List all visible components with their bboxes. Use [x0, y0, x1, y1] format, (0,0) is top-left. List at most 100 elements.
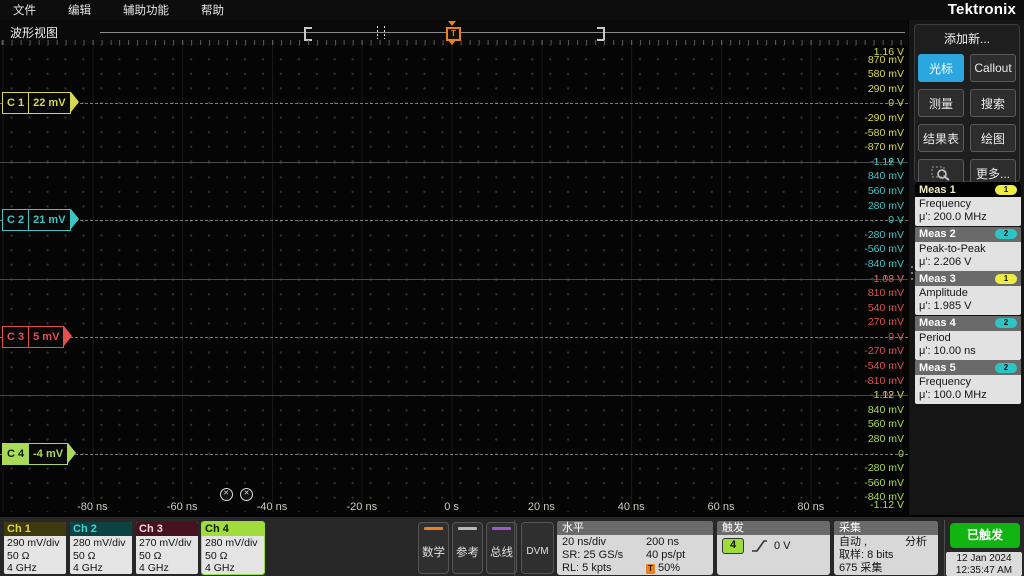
meas-card[interactable]: Meas 52Frequencyμ': 100.0 MHz [915, 360, 1021, 404]
channel-label-tip [71, 92, 79, 112]
channel-badge-ch3[interactable]: Ch 3270 mV/div50 Ω4 GHz [136, 522, 198, 574]
axis-tick-c2: 560 mV [834, 185, 904, 197]
channel-badge-body: 290 mV/div50 Ω4 GHz [4, 536, 66, 574]
meas-card-body: Peak-to-Peakμ': 2.206 V [915, 242, 1021, 271]
menu-item[interactable]: 辅助功能 [123, 2, 169, 18]
panel-splitter-handle[interactable] [909, 260, 914, 286]
channel-badge-line: 4 GHz [205, 562, 264, 574]
meas-card[interactable]: Meas 11Frequencyμ': 200.0 MHz [915, 182, 1021, 226]
datetime-display: 12 Jan 2024 12:35:47 AM [946, 552, 1022, 576]
axis-tick-c3: 810 mV [834, 287, 904, 299]
meas-card[interactable]: Meas 31Amplitudeμ': 1.985 V [915, 271, 1021, 315]
channel-label-offset: 21 mV [29, 210, 69, 230]
menu-item[interactable]: 帮助 [201, 2, 224, 18]
channel-badge-ch2[interactable]: Ch 2280 mV/div50 Ω4 GHz [70, 522, 132, 574]
time-tick-label: -20 ns [347, 501, 378, 512]
axis-tick-c3: 0 V [834, 331, 904, 343]
addon-button-4[interactable]: DVM [521, 522, 554, 574]
meas-card-body: Frequencyμ': 200.0 MHz [915, 197, 1021, 226]
oscilloscope-app: 文件编辑辅助功能帮助 Tektronix 波形视图 T C4 B C4 Δt: … [0, 0, 1024, 576]
time-tick-label: -80 ns [77, 501, 108, 512]
bottom-bar: Ch 1290 mV/div50 Ω4 GHzCh 2280 mV/div50 … [0, 515, 1024, 576]
meas-type: Period [919, 332, 1017, 345]
cursor-a-handle[interactable]: ✕ [220, 488, 233, 501]
meas-name: Meas 4 [919, 317, 956, 329]
addon-button-3[interactable]: 总线 [486, 522, 517, 574]
horizontal-panel[interactable]: 水平 20 ns/divSR: 25 GS/sRL: 5 kpts 200 ns… [557, 521, 713, 575]
time-text: 12:35:47 AM [946, 565, 1022, 576]
menu-item[interactable]: 文件 [13, 2, 36, 18]
cursor-b-handle[interactable]: ✕ [240, 488, 253, 501]
channel-label-name: C 1 [3, 93, 29, 113]
button-光标[interactable]: 光标 [918, 54, 964, 82]
channel-label-c1[interactable]: C 122 mV [2, 92, 71, 114]
channel-badge-line: 50 Ω [205, 550, 264, 563]
meas-card[interactable]: Meas 4 2 Periodμ': 10.00 ns [915, 316, 1021, 360]
button-结果表[interactable]: 结果表 [918, 124, 964, 152]
axis-tick-c4: 0 [834, 448, 904, 460]
button-Callout[interactable]: Callout [970, 54, 1016, 82]
acquisition-analysis: 分析 [905, 536, 927, 549]
meas-card[interactable]: Meas 22Peak-to-Peakμ': 2.206 V [915, 227, 1021, 271]
meas-source-badge: 2 [995, 318, 1017, 328]
axis-tick-c3: -540 mV [834, 360, 904, 372]
date-text: 12 Jan 2024 [946, 553, 1022, 565]
addon-label: 参考 [456, 530, 479, 573]
channel-label-c4[interactable]: C 4-4 mV [2, 443, 68, 465]
channel-badge-line: 4 GHz [7, 562, 66, 574]
axis-tick-c4: -1.12 V [834, 499, 904, 511]
axis-tick-c4: 1.12 V [834, 389, 904, 401]
zero-line-c4 [0, 454, 908, 455]
time-tick-label: 20 ns [528, 501, 555, 512]
channel-badge-header: Ch 2 [70, 522, 132, 536]
rising-edge-icon [750, 539, 768, 553]
axis-tick-c4: 560 mV [834, 418, 904, 430]
channel-badge-line: 270 mV/div [139, 537, 198, 550]
meas-source-badge: 1 [995, 185, 1017, 195]
meas-name: Meas 3 [919, 273, 956, 285]
channel-label-name: C 3 [3, 327, 29, 347]
waveform-view[interactable]: C4 B C4 Δt: 4.552 ns1/Δt: 219.69 MHz Δv:… [0, 45, 908, 512]
channel-badge-line: 4 GHz [139, 562, 198, 574]
meas-value: μ': 2.206 V [919, 256, 1017, 269]
axis-tick-c1: -870 mV [834, 141, 904, 153]
tab-waveform-view[interactable]: 波形视图 [10, 24, 58, 41]
addon-button-1[interactable]: 数学 [418, 522, 449, 574]
meas-source-badge: 2 [995, 363, 1017, 373]
axis-tick-c2: -840 mV [834, 258, 904, 270]
minimap-window-left-bracket[interactable] [304, 27, 312, 41]
meas-name: Meas 5 [919, 362, 956, 374]
divider [944, 520, 945, 576]
button-搜索[interactable]: 搜索 [970, 89, 1016, 117]
horizontal-line: RL: 5 kpts [562, 562, 646, 575]
channel-badge-line: 50 Ω [7, 550, 66, 563]
button-测量[interactable]: 测量 [918, 89, 964, 117]
axis-tick-c1: -290 mV [834, 112, 904, 124]
channel-label-c2[interactable]: C 221 mV [2, 209, 71, 231]
minimap-cursor-a [377, 26, 378, 39]
channel-label-tip [64, 326, 72, 346]
addon-button-2[interactable]: 参考 [452, 522, 483, 574]
button-绘图[interactable]: 绘图 [970, 124, 1016, 152]
menu-item[interactable]: 编辑 [68, 2, 91, 18]
channel-badge-ch4[interactable]: Ch 4280 mV/div50 Ω4 GHz [202, 522, 264, 574]
minimap-trigger-icon[interactable]: T [446, 27, 461, 41]
meas-value: μ': 100.0 MHz [919, 389, 1017, 402]
divider [514, 520, 515, 576]
channel-badge-line: 280 mV/div [73, 537, 132, 550]
axis-tick-c2: -280 mV [834, 229, 904, 241]
horizontal-resolution: 40 ps/pt [646, 549, 685, 562]
trigger-level: 0 V [774, 540, 791, 553]
channel-label-c3[interactable]: C 35 mV [2, 326, 64, 348]
horizontal-title: 水平 [557, 521, 713, 535]
meas-value: μ': 10.00 ns [919, 345, 1017, 358]
axis-tick-c3: 1.08 V [834, 273, 904, 285]
minimap-window-right-bracket[interactable] [597, 27, 605, 41]
meas-type: Amplitude [919, 287, 1017, 300]
trigger-panel[interactable]: 触发 4 0 V [717, 521, 830, 575]
channel-badge-ch1[interactable]: Ch 1290 mV/div50 Ω4 GHz [4, 522, 66, 574]
axis-tick-c1: -580 mV [834, 127, 904, 139]
acquisition-panel[interactable]: 采集 自动 , 分析 取样: 8 bits 675 采集 [834, 521, 938, 575]
horizontal-line: 20 ns/div [562, 536, 646, 549]
channel-badge-line: 4 GHz [73, 562, 132, 574]
